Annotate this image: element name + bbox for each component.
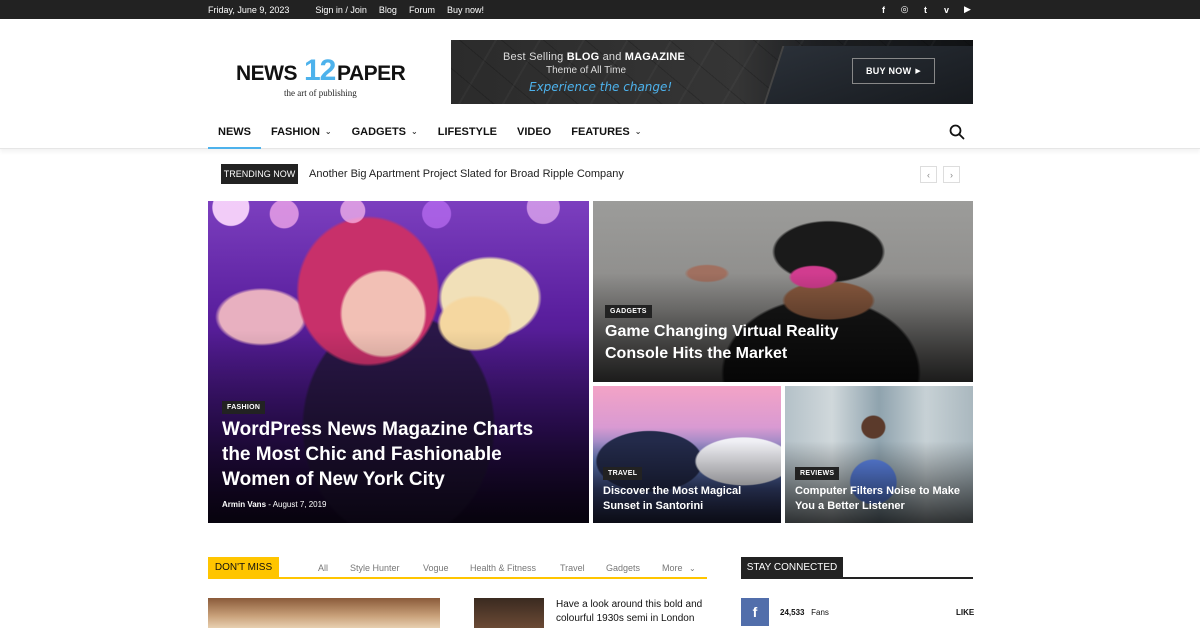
trending-prev-button[interactable]: ‹ <box>920 166 937 183</box>
site-logo[interactable]: NEWS 12 PAPER the art of publishing <box>236 54 416 100</box>
caret-right-icon: ▶ <box>915 68 922 75</box>
article-author[interactable]: Armin Vans <box>222 500 266 509</box>
category-badge[interactable]: FASHION <box>222 401 266 414</box>
blog-link[interactable]: Blog <box>379 5 397 15</box>
tab-travel[interactable]: Travel <box>560 563 585 573</box>
buy-now-link[interactable]: Buy now! <box>447 5 484 15</box>
article-title[interactable]: Have a look around this bold and colourf… <box>556 598 726 626</box>
article-thumbnail[interactable] <box>474 598 544 628</box>
current-date: Friday, June 9, 2023 <box>208 4 290 15</box>
article-date: August 7, 2019 <box>272 500 327 509</box>
sign-in-link[interactable]: Sign in / Join <box>315 5 367 15</box>
chevron-down-icon: ⌄ <box>324 127 332 136</box>
facebook-icon[interactable]: f <box>879 5 888 15</box>
logo-tagline: the art of publishing <box>284 88 357 98</box>
logo-word-paper: PAPER <box>337 62 406 85</box>
tab-all[interactable]: All <box>318 563 328 573</box>
chevron-down-icon: ⌄ <box>634 127 642 136</box>
social-icons: f ◎ t v ▶ <box>879 0 972 19</box>
category-badge[interactable]: REVIEWS <box>795 467 840 480</box>
dont-miss-label: DON'T MISS <box>208 557 279 578</box>
forum-link[interactable]: Forum <box>409 5 435 15</box>
tab-vogue[interactable]: Vogue <box>423 563 449 573</box>
main-nav: NEWS FASHION ⌄ GADGETS ⌄ LIFESTYLE VIDEO F… <box>0 114 1200 149</box>
nav-item-features[interactable]: FEATURES ⌄ <box>561 114 651 149</box>
search-icon[interactable] <box>949 124 965 140</box>
tab-health-fitness[interactable]: Health & Fitness <box>470 563 536 573</box>
logo-number: 12 <box>304 54 336 87</box>
facebook-like-button[interactable]: LIKE <box>956 608 974 617</box>
nav-item-lifestyle[interactable]: LIFESTYLE <box>428 114 507 149</box>
dont-miss-divider <box>208 577 707 579</box>
facebook-icon[interactable]: f <box>741 598 769 626</box>
tab-gadgets[interactable]: Gadgets <box>606 563 640 573</box>
banner-subline: Theme of All Time <box>546 65 627 76</box>
logo-word-news: NEWS <box>236 62 298 85</box>
youtube-icon[interactable]: ▶ <box>963 4 972 15</box>
stay-connected-divider <box>741 577 973 579</box>
vimeo-icon[interactable]: v <box>942 5 951 15</box>
facebook-fans-count: 24,533 Fans <box>780 608 829 617</box>
article-title[interactable]: Computer Filters Noise to Make You a Bet… <box>795 484 970 514</box>
category-badge[interactable]: TRAVEL <box>603 467 643 480</box>
tab-more[interactable]: More ⌄ <box>662 563 696 573</box>
trending-next-button[interactable]: › <box>943 166 960 183</box>
chevron-down-icon: ⌄ <box>411 127 418 136</box>
header-ad-banner[interactable]: Best Selling BLOG and MAGAZINE Theme of … <box>451 40 973 104</box>
nav-item-video[interactable]: VIDEO <box>507 114 561 149</box>
article-title[interactable]: WordPress News Magazine Charts the Most … <box>222 417 562 492</box>
banner-slogan: Experience the change! <box>529 80 673 94</box>
instagram-icon[interactable]: ◎ <box>900 4 909 15</box>
hero-bottom-left-article[interactable]: TRAVEL Discover the Most Magical Sunset … <box>593 386 781 523</box>
twitter-icon[interactable]: t <box>921 5 930 15</box>
chevron-down-icon: ⌄ <box>689 564 696 573</box>
stay-connected-label: STAY CONNECTED <box>741 557 843 578</box>
trending-label: TRENDING NOW <box>221 164 298 184</box>
banner-headline: Best Selling BLOG and MAGAZINE <box>503 51 686 63</box>
hero-main-article[interactable]: FASHION WordPress News Magazine Charts t… <box>208 201 589 523</box>
top-bar: Friday, June 9, 2023 Sign in / Join Blog… <box>0 0 1200 19</box>
nav-item-fashion[interactable]: FASHION ⌄ <box>261 114 342 149</box>
banner-buy-now-button[interactable]: BUY NOW ▶ <box>852 58 935 84</box>
nav-item-gadgets[interactable]: GADGETS ⌄ <box>342 114 428 149</box>
article-meta: Armin Vans - August 7, 2019 <box>222 500 327 509</box>
featured-article-image[interactable] <box>208 598 440 628</box>
nav-item-news[interactable]: NEWS <box>208 114 261 149</box>
trending-headline[interactable]: Another Big Apartment Project Slated for… <box>309 168 624 180</box>
article-title[interactable]: Game Changing Virtual Reality Console Hi… <box>605 321 885 365</box>
hero-top-right-article[interactable]: GADGETS Game Changing Virtual Reality Co… <box>593 201 973 382</box>
article-title[interactable]: Discover the Most Magical Sunset in Sant… <box>603 484 778 514</box>
hero-bottom-right-article[interactable]: REVIEWS Computer Filters Noise to Make Y… <box>785 386 973 523</box>
tab-style-hunter[interactable]: Style Hunter <box>350 563 400 573</box>
category-badge[interactable]: GADGETS <box>605 305 652 318</box>
